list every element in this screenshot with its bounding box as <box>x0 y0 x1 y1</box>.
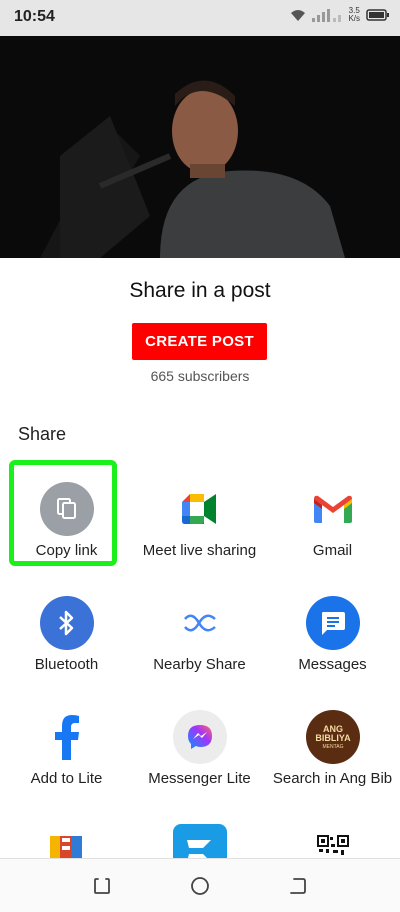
share-target-label: Search in Ang Bib <box>272 770 393 787</box>
share-target-gmail[interactable]: Gmail <box>266 464 399 574</box>
share-target-ang-bibliya[interactable]: ANG BIBLIYA MENTAG Search in Ang Bib <box>266 692 399 802</box>
share-target-archive-app[interactable] <box>48 834 84 858</box>
messages-icon <box>306 596 360 650</box>
qr-code-icon <box>316 834 350 858</box>
share-target-label: Add to Lite <box>30 770 103 787</box>
video-player[interactable] <box>0 36 400 258</box>
share-target-label: Gmail <box>312 542 353 559</box>
speed-unit: K/s <box>348 14 360 23</box>
gmail-icon <box>306 482 360 536</box>
blue-app-icon <box>173 824 227 858</box>
share-target-add-to-lite[interactable]: Add to Lite <box>0 692 133 802</box>
messenger-icon <box>173 710 227 764</box>
create-post-button[interactable]: CREATE POST <box>132 323 267 360</box>
facebook-icon <box>40 710 94 764</box>
nearby-share-icon <box>173 596 227 650</box>
meet-icon <box>173 482 227 536</box>
share-target-messages[interactable]: Messages <box>266 578 399 688</box>
share-target-blue-app[interactable] <box>173 824 227 858</box>
share-target-label: Bluetooth <box>34 656 99 673</box>
status-icons: 3.5 K/s <box>290 7 390 23</box>
share-target-label: Messenger Lite <box>148 770 251 787</box>
share-target-messenger-lite[interactable]: Messenger Lite <box>133 692 266 802</box>
subscriber-count: 665 subscribers <box>150 368 250 384</box>
share-target-meet-live-sharing[interactable]: Meet live sharing <box>133 464 266 574</box>
status-time: 10:54 <box>14 8 55 25</box>
bible-icon-text-2: BIBLIYA <box>315 732 351 743</box>
video-frame <box>0 36 400 258</box>
bible-icon-text-3: MENTAG <box>322 743 344 750</box>
share-target-label: Messages <box>298 656 367 673</box>
home-icon[interactable] <box>190 876 210 896</box>
network-speed: 3.5 K/s <box>348 7 360 23</box>
share-target-bluetooth[interactable]: Bluetooth <box>0 578 133 688</box>
share-target-label: Meet live sharing <box>142 542 257 559</box>
selection-highlight <box>9 460 117 566</box>
bluetooth-icon <box>40 596 94 650</box>
share-heading: Share <box>18 424 67 444</box>
archive-app-icon <box>50 836 82 858</box>
back-icon[interactable] <box>288 876 308 896</box>
status-bar: 10:54 3.5 K/s <box>0 0 400 36</box>
share-post-title: Share in a post <box>129 279 271 302</box>
share-target-qr-app[interactable] <box>316 834 350 858</box>
share-target-nearby-share[interactable]: Nearby Share <box>133 578 266 688</box>
ang-bibliya-icon: ANG BIBLIYA MENTAG <box>306 710 360 764</box>
battery-icon <box>366 9 389 21</box>
recent-apps-icon[interactable] <box>92 876 112 896</box>
wifi-icon <box>291 10 306 21</box>
navigation-bar <box>0 858 400 912</box>
share-target-label: Nearby Share <box>153 656 246 673</box>
signal-icon <box>312 9 342 22</box>
